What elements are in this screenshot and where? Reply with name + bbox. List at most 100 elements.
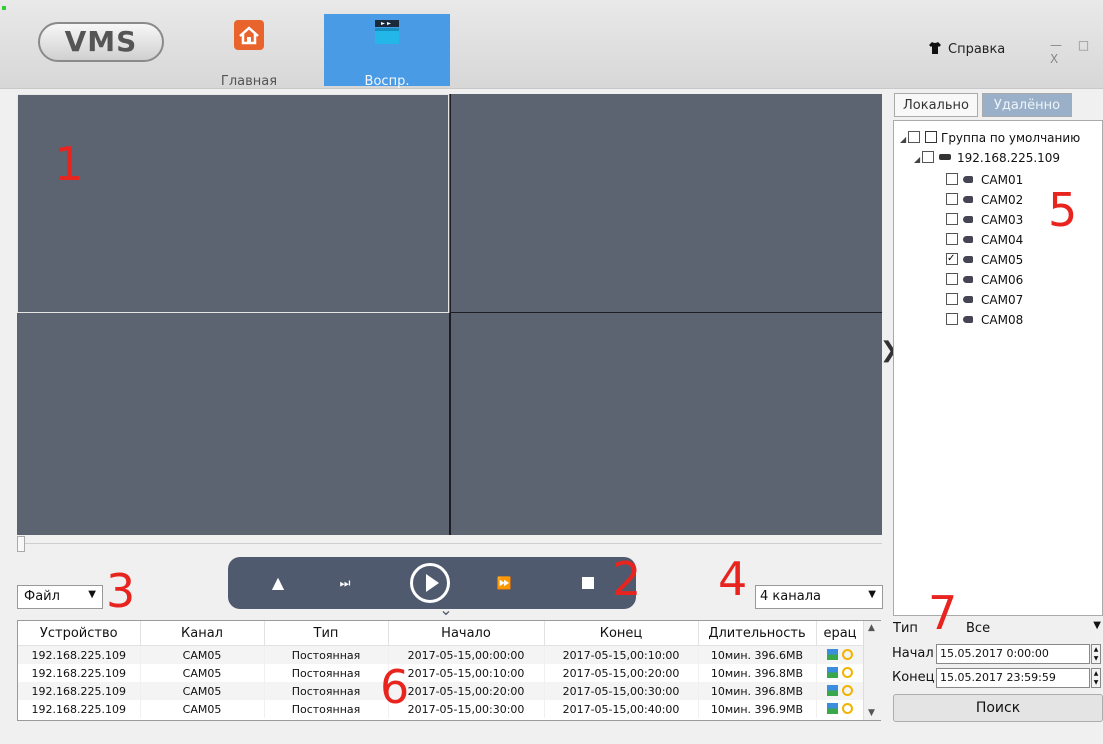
video-cell-3[interactable] (17, 313, 450, 535)
col-header-channel[interactable]: Канал (140, 621, 265, 646)
fast-forward-button[interactable]: ⏩ (484, 557, 524, 609)
cell-channel: CAM05 (140, 700, 265, 718)
cell-start: 2017-05-15,00:20:00 (388, 682, 545, 700)
timeline-handle[interactable] (17, 536, 25, 552)
record-type-select[interactable]: Все ▼ (936, 620, 1103, 640)
tree-camera-node[interactable]: CAM03 (946, 211, 1023, 229)
cell-type: Постоянная (264, 682, 389, 700)
checkbox[interactable] (946, 173, 958, 185)
end-datetime-input[interactable]: 15.05.2017 23:59:59 (936, 668, 1090, 688)
step-forward-icon: ⏭ (339, 576, 351, 590)
start-datetime-input[interactable]: 15.05.2017 0:00:00 (936, 644, 1090, 664)
camera-label: CAM03 (981, 213, 1024, 227)
scroll-down-icon[interactable]: ▼ (868, 708, 875, 718)
group-icon (925, 131, 937, 143)
checkbox-checked[interactable] (946, 250, 958, 268)
table-scrollbar[interactable]: ▲ ▼ (863, 621, 881, 720)
checkbox[interactable] (946, 213, 958, 225)
tree-camera-node[interactable]: CAM08 (946, 311, 1023, 329)
download-icon[interactable] (827, 666, 838, 678)
col-header-end[interactable]: Конец (544, 621, 699, 646)
cell-channel: CAM05 (140, 682, 265, 700)
cell-end: 2017-05-15,00:40:00 (544, 700, 699, 718)
expand-triangle-icon[interactable]: ◢ (900, 131, 908, 149)
help-link[interactable]: Справка (928, 41, 1005, 57)
cell-duration: 10мин. 396.8MB (698, 664, 817, 682)
file-select[interactable]: Файл ▼ (17, 585, 103, 609)
cell-channel: CAM05 (140, 645, 265, 664)
cell-start: 2017-05-15,00:00:00 (388, 645, 545, 664)
device-label: 192.168.225.109 (957, 151, 1061, 165)
table-row[interactable]: 192.168.225.109 CAM05 Постоянная 2017-05… (18, 682, 865, 700)
download-icon[interactable] (827, 702, 838, 714)
tree-camera-node[interactable]: CAM04 (946, 231, 1023, 249)
step-forward-button[interactable]: ⏭ (325, 557, 365, 609)
checkbox[interactable] (946, 193, 958, 205)
stop-button[interactable] (568, 557, 608, 609)
table-header-row: Устройство Канал Тип Начало Конец Длител… (18, 621, 865, 646)
tree-camera-node[interactable]: CAM02 (946, 191, 1023, 209)
app-logo: VMS (38, 22, 164, 62)
cell-type: Постоянная (264, 664, 389, 682)
clock-icon[interactable] (842, 702, 853, 714)
tree-device-node[interactable]: ◢ 192.168.225.109 (914, 149, 1060, 167)
tree-camera-node[interactable]: CAM06 (946, 271, 1023, 289)
checkbox[interactable] (946, 233, 958, 245)
checkbox[interactable] (946, 313, 958, 325)
cell-operations (816, 664, 865, 682)
table-row[interactable]: 192.168.225.109 CAM05 Постоянная 2017-05… (18, 700, 865, 718)
col-header-type[interactable]: Тип (264, 621, 389, 646)
marker-4: 4 (718, 552, 748, 606)
col-header-device[interactable]: Устройство (18, 621, 141, 646)
records-table: Устройство Канал Тип Начало Конец Длител… (17, 620, 881, 721)
cell-start: 2017-05-15,00:30:00 (388, 700, 545, 718)
table-row[interactable]: 192.168.225.109 CAM05 Постоянная 2017-05… (18, 664, 865, 682)
collapse-controls-icon[interactable]: ⌄ (434, 602, 458, 618)
eject-button[interactable]: ▲ (258, 557, 298, 609)
group-label: Группа по умолчанию (941, 131, 1081, 145)
download-icon[interactable] (827, 648, 838, 660)
video-cell-2[interactable] (450, 94, 882, 313)
channel-layout-select[interactable]: 4 канала ▼ (755, 585, 883, 609)
nav-playback-button[interactable]: Воспр. (324, 14, 450, 89)
cell-device: 192.168.225.109 (18, 700, 141, 718)
clock-icon[interactable] (842, 666, 853, 678)
col-header-operation[interactable]: ерац (816, 621, 865, 646)
help-label: Справка (948, 42, 1006, 57)
col-header-start[interactable]: Начало (388, 621, 545, 646)
checkbox[interactable] (908, 131, 920, 143)
table-row[interactable]: 192.168.225.109 CAM05 Постоянная 2017-05… (18, 645, 865, 664)
search-button[interactable]: Поиск (893, 694, 1103, 722)
video-cell-4[interactable] (450, 313, 882, 535)
clock-icon[interactable] (842, 684, 853, 696)
col-header-duration[interactable]: Длительность (698, 621, 817, 646)
start-spinner[interactable]: ▲ ▼ (1091, 644, 1101, 664)
timeline-track[interactable] (17, 543, 882, 553)
end-spinner[interactable]: ▲ ▼ (1091, 668, 1101, 688)
tab-local[interactable]: Локально (894, 93, 978, 117)
dropdown-arrow-icon: ▼ (868, 589, 876, 600)
tree-group-node[interactable]: ◢ Группа по умолчанию (900, 129, 1080, 147)
checkbox[interactable] (946, 273, 958, 285)
download-icon[interactable] (827, 684, 838, 696)
eject-icon: ▲ (271, 573, 285, 592)
checkbox[interactable] (946, 293, 958, 305)
tab-remote[interactable]: Удалённо (982, 93, 1072, 117)
nav-home-button[interactable]: Главная (186, 14, 312, 89)
window-controls[interactable]: — □ X (1050, 38, 1103, 66)
shirt-icon (928, 41, 942, 55)
clock-icon[interactable] (842, 648, 853, 660)
channel-select-value: 4 канала (760, 589, 821, 604)
scroll-up-icon[interactable]: ▲ (868, 623, 875, 633)
marker-3: 3 (106, 564, 136, 618)
tree-camera-node[interactable]: CAM07 (946, 291, 1023, 309)
tree-camera-node[interactable]: CAM01 (946, 171, 1023, 189)
camera-icon (963, 236, 973, 243)
stop-icon (582, 577, 594, 589)
checkbox[interactable] (922, 151, 934, 163)
cell-device: 192.168.225.109 (18, 664, 141, 682)
tree-camera-node[interactable]: CAM05 (946, 250, 1023, 269)
expand-triangle-icon[interactable]: ◢ (914, 151, 922, 169)
video-cell-1[interactable]: 1 (17, 94, 449, 313)
camera-icon (963, 276, 973, 283)
